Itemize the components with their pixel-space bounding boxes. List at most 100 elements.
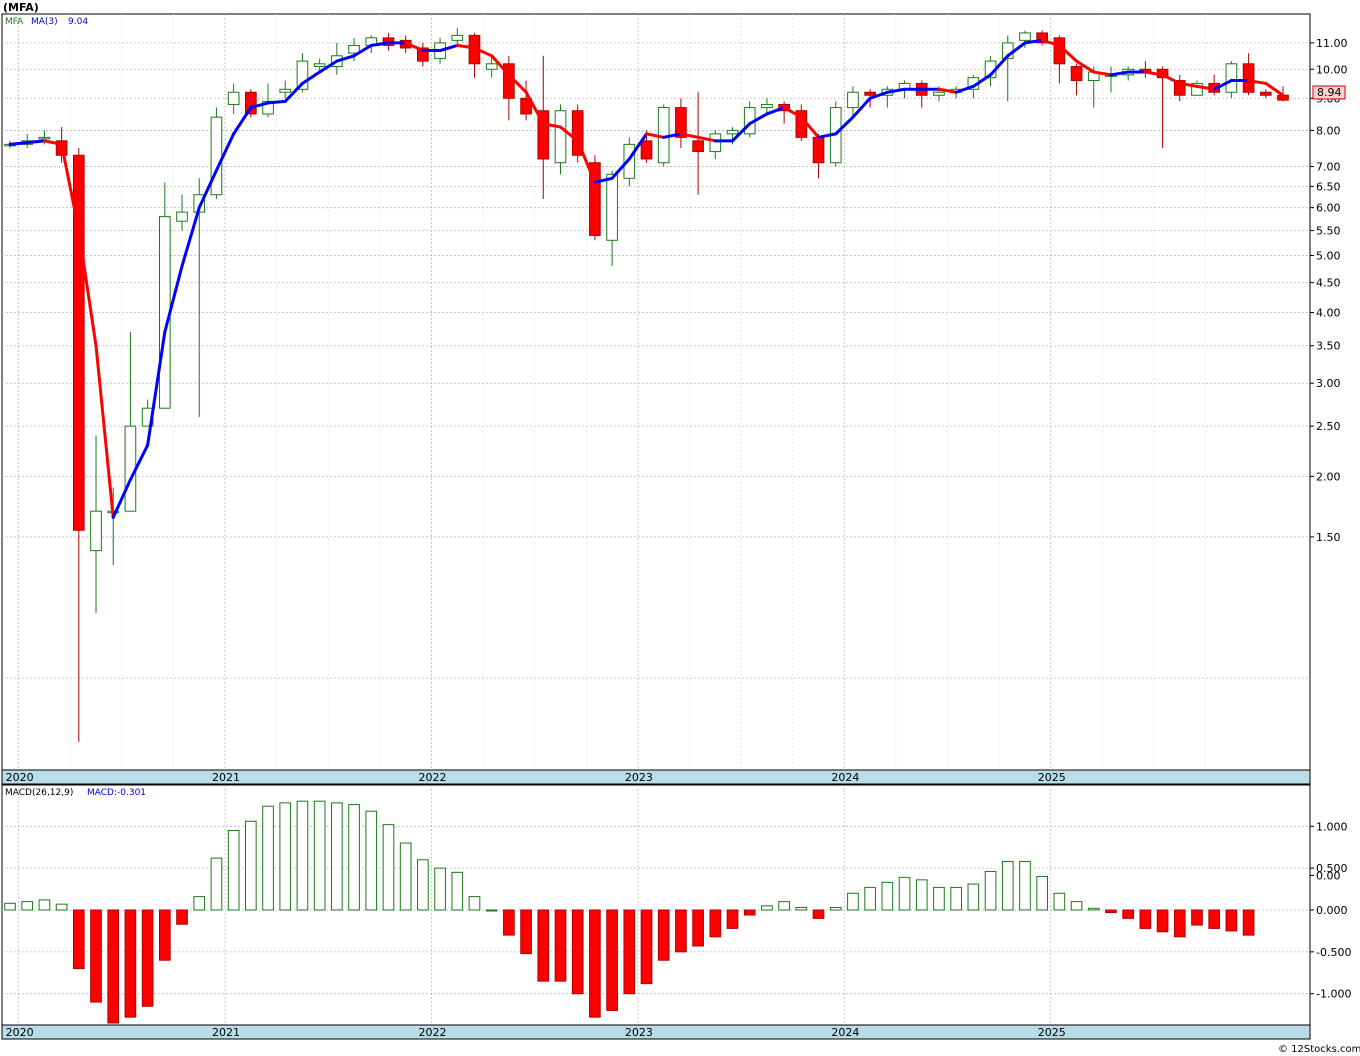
price-y-tick-label: 8.00 [1316, 124, 1341, 137]
ma-segment [25, 139, 46, 145]
price-y-tick-label: 4.00 [1316, 306, 1341, 319]
candle-body [227, 91, 240, 105]
macd-bar [933, 886, 945, 911]
candle-body [864, 91, 876, 96]
candle-body [1242, 63, 1255, 93]
macd-y-axis: 1.000 0.500 0.000 -0.500 -1.000 [1310, 820, 1351, 1001]
macd-bar [21, 901, 34, 911]
macd-bar [365, 810, 378, 911]
x-year-label: 2025 [1038, 771, 1066, 784]
candle-body [554, 110, 567, 164]
macd-bar [795, 906, 808, 911]
macd-bar [399, 842, 412, 911]
macd-bar [1019, 860, 1031, 911]
macd-bar [984, 870, 997, 911]
macd-bar [158, 909, 171, 961]
candle-body [640, 140, 653, 160]
macd-bar [1036, 876, 1048, 911]
macd-bar [1156, 909, 1169, 933]
price-y-axis: 11.0010.009.008.007.006.506.005.505.004.… [1310, 37, 1348, 882]
macd-bar [675, 909, 687, 953]
macd-bar [331, 802, 343, 911]
price-y-tick-label: 6.00 [1316, 202, 1341, 215]
candle-body [210, 116, 223, 196]
macd-x-axis-band [1, 1024, 1311, 1040]
candle-body [692, 140, 704, 153]
macd-bar [743, 909, 756, 916]
macd-bar [589, 909, 601, 1018]
macd-y-tick-label: 0.500 [1316, 862, 1348, 875]
macd-bar [348, 804, 360, 911]
candle-body [933, 91, 945, 96]
candle-body [124, 425, 137, 512]
x-year-label: 2024 [831, 771, 859, 784]
macd-bar [571, 909, 584, 995]
ma-segment [8, 141, 29, 146]
macd-bar [847, 892, 859, 911]
price-y-tick-label: 5.50 [1316, 225, 1341, 238]
macd-bar [124, 909, 137, 1018]
legend-ma-label: MA(3) [31, 17, 58, 27]
price-panel-frame [1, 13, 1311, 771]
macd-bar [227, 829, 240, 911]
price-y-tick-label: 6.50 [1316, 180, 1341, 193]
x-year-label: 2023 [625, 771, 653, 784]
watermark: © 12Stocks.com [1278, 1044, 1360, 1055]
macd-bar [1087, 907, 1100, 911]
macd-bar [90, 909, 102, 1003]
price-y-tick-label: 5.00 [1316, 249, 1341, 262]
macd-y-tick-label: 0.000 [1316, 904, 1348, 917]
candle-body [847, 91, 859, 109]
candle-body [451, 34, 464, 41]
candle-body [1225, 63, 1238, 93]
macd-bar [1191, 909, 1203, 926]
macd-bar [1001, 860, 1014, 911]
macd-x-year-label: 2020 [6, 1026, 34, 1039]
macd-legend-value: MACD:-0.301 [87, 788, 146, 798]
macd-bar [640, 909, 653, 985]
macd-bar [503, 909, 515, 936]
macd-bar [778, 901, 790, 911]
macd-bar [4, 902, 16, 911]
macd-bar [726, 909, 739, 929]
macd-bar [1070, 901, 1083, 911]
macd-y-tick-label: -0.500 [1316, 946, 1351, 959]
candle-body [176, 211, 188, 222]
macd-legend-label: MACD(26,12,9) [5, 788, 73, 798]
legend-symbol: MFA [5, 17, 24, 27]
chart-title: (MFA) [3, 1, 39, 14]
macd-x-year-label: 2023 [625, 1026, 653, 1039]
price-y-tick-label: 3.50 [1316, 340, 1341, 353]
macd-bar [761, 905, 773, 911]
macd-bar [1139, 909, 1152, 929]
x-year-label: 2020 [6, 771, 34, 784]
macd-x-year-label: 2025 [1038, 1026, 1066, 1039]
macd-bar [657, 909, 670, 961]
candle-body [709, 133, 722, 153]
macd-bar [967, 883, 980, 911]
macd-bar [1053, 892, 1066, 911]
macd-x-year-label: 2024 [831, 1026, 859, 1039]
price-x-axis-band [1, 769, 1311, 785]
candle-body [485, 63, 498, 70]
candle-body [761, 103, 773, 109]
macd-bar [606, 909, 618, 1011]
macd-bar [193, 896, 206, 911]
macd-bar [554, 909, 567, 982]
macd-bar [881, 881, 894, 911]
macd-bar [898, 876, 911, 911]
macd-bar [692, 909, 704, 947]
macd-bar [107, 909, 120, 1024]
macd-bar [262, 805, 274, 911]
macd-bar [950, 886, 962, 911]
macd-y-tick-label: 1.000 [1316, 820, 1348, 833]
macd-bar [468, 896, 481, 911]
macd-bar [537, 909, 550, 982]
price-y-tick-label: 7.00 [1316, 161, 1341, 174]
candle-body [313, 63, 326, 68]
macd-bar [38, 899, 51, 911]
macd-bar [1208, 909, 1221, 929]
macd-bar [55, 903, 68, 911]
macd-bar [1225, 909, 1238, 932]
x-year-label: 2021 [212, 771, 240, 784]
